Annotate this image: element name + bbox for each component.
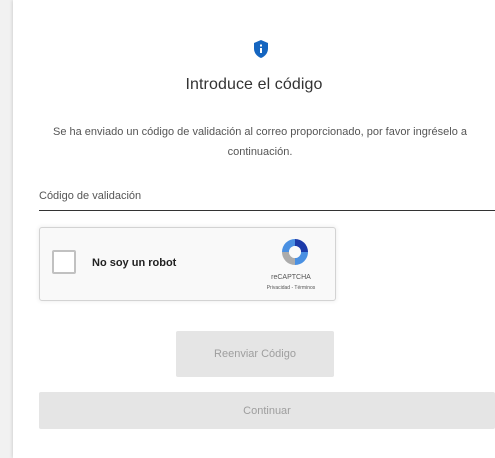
recaptcha-links[interactable]: Privacidad - Términos [246,285,336,291]
recaptcha-widget: No soy un robot reCAPTCHA Privacidad - T… [39,227,336,301]
validation-code-field[interactable] [39,184,495,211]
recaptcha-checkbox[interactable] [52,250,76,274]
recaptcha-label: No soy un robot [92,257,177,269]
recaptcha-brand: reCAPTCHA [271,274,311,281]
validation-code-input[interactable] [39,184,495,208]
shield-icon [254,40,268,58]
verification-card: Introduce el código Se ha enviado un cód… [13,0,495,458]
recaptcha-logo-icon [282,239,308,265]
page-title: Introduce el código [185,76,323,93]
continue-button[interactable]: Continuar [39,392,495,429]
instructions-text: Se ha enviado un código de validación al… [53,126,467,158]
resend-code-button[interactable]: Reenviar Código [176,331,334,377]
